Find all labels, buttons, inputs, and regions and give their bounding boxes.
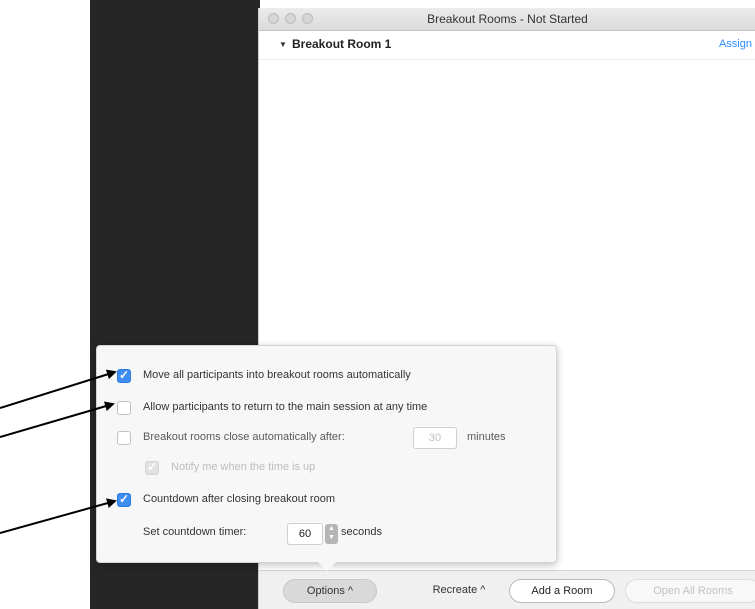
add-room-button[interactable]: Add a Room bbox=[509, 579, 615, 603]
disclosure-triangle-icon[interactable]: ▼ bbox=[279, 40, 287, 49]
options-button[interactable]: Options ^ bbox=[283, 579, 377, 603]
close-minutes-input[interactable]: 30 bbox=[413, 427, 457, 449]
window-title: Breakout Rooms - Not Started bbox=[427, 12, 588, 26]
notify-label: Notify me when the time is up bbox=[171, 461, 316, 473]
countdown-label: Countdown after closing breakout room bbox=[143, 493, 335, 505]
options-popover: Move all participants into breakout room… bbox=[96, 345, 557, 563]
move-auto-checkbox[interactable] bbox=[117, 368, 131, 383]
minutes-label: minutes bbox=[467, 431, 506, 443]
auto-close-checkbox[interactable] bbox=[117, 431, 131, 445]
timer-stepper-icon[interactable]: ▲ ▼ bbox=[325, 524, 338, 544]
notify-checkbox bbox=[145, 460, 159, 475]
allow-return-checkbox[interactable] bbox=[117, 401, 131, 415]
countdown-timer-input[interactable]: 60 bbox=[287, 523, 323, 545]
allow-return-label: Allow participants to return to the main… bbox=[143, 401, 428, 413]
popover-pointer bbox=[317, 561, 337, 571]
room-name: Breakout Room 1 bbox=[292, 37, 392, 51]
auto-close-label: Breakout rooms close automatically after… bbox=[143, 431, 345, 443]
timer-label: Set countdown timer: bbox=[143, 526, 247, 538]
seconds-label: seconds bbox=[341, 526, 382, 538]
bottom-toolbar: Options ^ Recreate ^ Add a Room Open All… bbox=[259, 570, 755, 609]
title-bar: Breakout Rooms - Not Started bbox=[259, 8, 755, 31]
open-all-rooms-button: Open All Rooms bbox=[625, 579, 755, 603]
countdown-checkbox[interactable] bbox=[117, 492, 131, 507]
assign-link[interactable]: Assign bbox=[719, 38, 752, 50]
breakout-room-row[interactable]: ▼ Breakout Room 1 Assign bbox=[259, 31, 755, 60]
recreate-button[interactable]: Recreate ^ bbox=[419, 579, 499, 603]
move-auto-label: Move all participants into breakout room… bbox=[143, 369, 411, 381]
